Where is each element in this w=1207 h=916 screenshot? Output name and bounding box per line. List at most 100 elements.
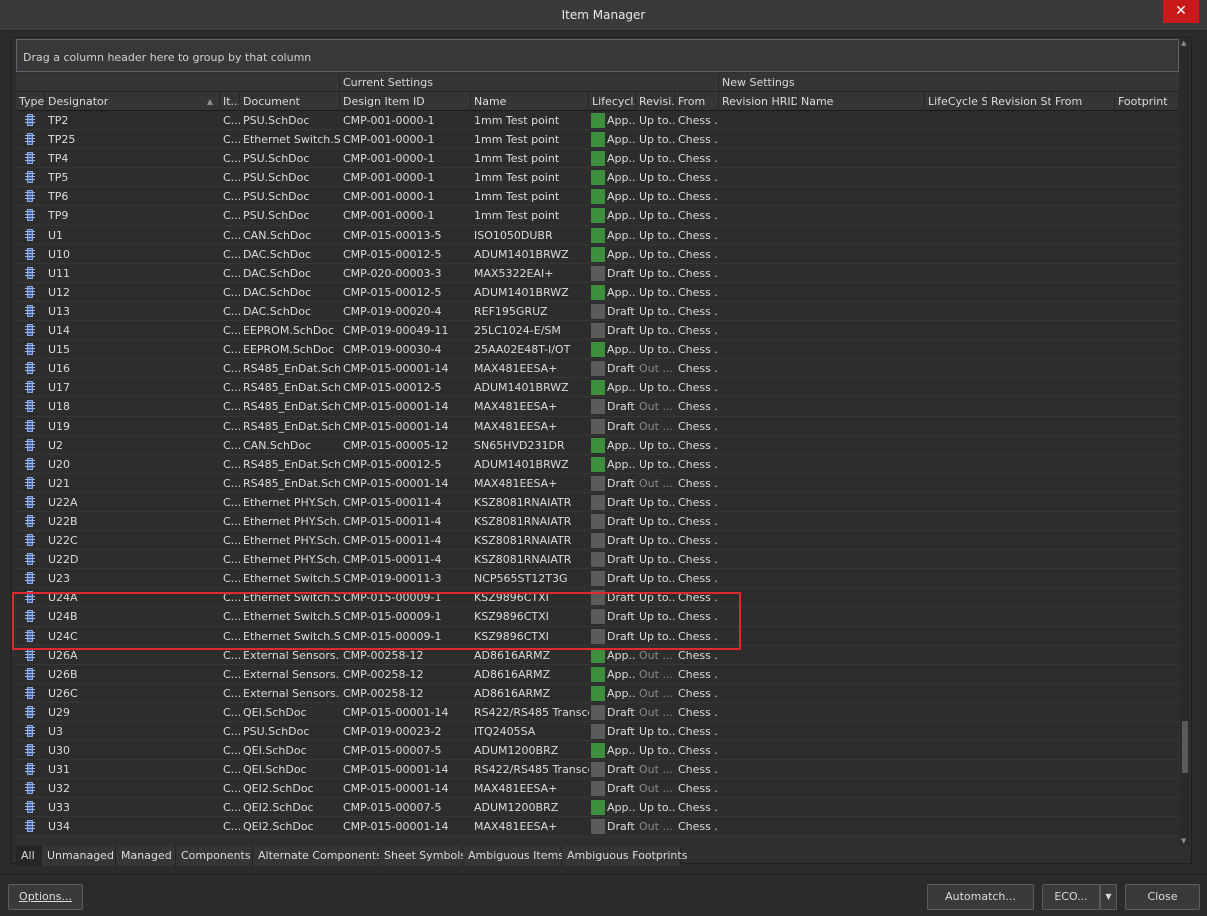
table-row[interactable]: U26A C...External Sensors.S...CMP-00258-1…: [16, 645, 1179, 665]
items-grid[interactable]: TP2 C... PSU.SchDoc CMP-001-0000-1 1mm Test …: [16, 111, 1179, 840]
table-row[interactable]: U13 C... DAC.SchDoc CMP-019-00020-4 REF195GR…: [16, 301, 1179, 322]
table-row[interactable]: U16 C...RS485_EnDat.Sch...CMP-015-00001-1…: [16, 359, 1179, 379]
table-row[interactable]: TP6 C... PSU.SchDoc CMP-001-0000-1 1mm Test …: [16, 187, 1179, 207]
col-header-new-lifecycle[interactable]: LifeCycle S...: [925, 92, 988, 111]
tab-ambiguous-items[interactable]: Ambiguous Items: [463, 846, 564, 866]
table-row[interactable]: U22C C... Ethernet PHY.Sch... CMP-015-00011…: [16, 531, 1179, 551]
close-button[interactable]: Close: [1125, 884, 1200, 910]
table-row[interactable]: U24C C...Ethernet Switch.Sc...CMP-015-000…: [16, 626, 1179, 646]
col-header-designator[interactable]: Designator ▲: [45, 92, 220, 111]
automatch-button[interactable]: Automatch...: [927, 884, 1034, 910]
tab-components[interactable]: Components: [176, 846, 253, 866]
table-row[interactable]: U26C C...External Sensors.S...CMP-00258-1…: [16, 683, 1179, 703]
tab-alternate-components[interactable]: Alternate Components: [253, 846, 382, 866]
cell-id: CMP-015-00012-5: [343, 457, 442, 471]
dialog-footer: Options... Automatch... ECO... ▼ Close: [0, 874, 1207, 916]
eco-dropdown-arrow-icon[interactable]: ▼: [1100, 884, 1117, 910]
col-header-footprint[interactable]: Footprint: [1115, 92, 1179, 111]
cell-rev: Up to...: [639, 343, 675, 357]
cell-from: Chess ...: [678, 304, 719, 318]
col-header-type[interactable]: Type: [16, 92, 45, 111]
table-row[interactable]: U22D C... Ethernet PHY.Sch... CMP-015-00011…: [16, 550, 1179, 570]
tab-all[interactable]: All: [16, 846, 42, 866]
cell-lifecycle: App...: [589, 340, 636, 359]
col-header-document[interactable]: Document: [240, 92, 340, 111]
lifecycle-swatch: [591, 475, 605, 491]
table-row[interactable]: U31 C... QEI.SchDoc CMP-015-00001-14 RS422/R…: [16, 760, 1179, 780]
table-row[interactable]: U30 C... QEI.SchDoc CMP-015-00007-5 ADUM1200…: [16, 741, 1179, 761]
table-row[interactable]: U22A C... Ethernet PHY.Sch... CMP-015-00011…: [16, 492, 1179, 512]
col-header-from[interactable]: From: [675, 92, 719, 111]
cell-des: U29: [48, 705, 71, 719]
col-header-new-revision-hrid[interactable]: Revision HRID: [719, 92, 798, 111]
table-row[interactable]: TP4 C... PSU.SchDoc CMP-001-0000-1 1mm Test …: [16, 149, 1179, 169]
table-row[interactable]: TP9 C... PSU.SchDoc CMP-001-0000-1 1mm Test …: [16, 206, 1179, 226]
scroll-up-icon[interactable]: ▲: [1181, 39, 1186, 47]
table-row[interactable]: U22B C... Ethernet PHY.Sch... CMP-015-00011…: [16, 511, 1179, 532]
lifecycle-label: App...: [607, 228, 636, 242]
tab-sheet-symbols[interactable]: Sheet Symbols: [379, 846, 466, 866]
component-icon: [25, 362, 35, 375]
eco-button[interactable]: ECO...: [1042, 884, 1100, 910]
table-row[interactable]: U26B C...External Sensors.S...CMP-00258-1…: [16, 664, 1179, 684]
table-row[interactable]: U15 C... EEPROM.SchDoc CMP-019-00030-4 25AA0…: [16, 340, 1179, 360]
col-header-lifecycle[interactable]: Lifecycl...: [589, 92, 636, 111]
table-row[interactable]: U10 C... DAC.SchDoc CMP-015-00012-5 ADUM1401…: [16, 244, 1179, 264]
table-row[interactable]: TP25 C...Ethernet Switch.Sc...CMP-001-000…: [16, 130, 1179, 150]
table-row[interactable]: U14 C... EEPROM.SchDoc CMP-019-00049-11 25LC…: [16, 321, 1179, 341]
table-row[interactable]: U24A C...Ethernet Switch.Sc...CMP-015-000…: [16, 588, 1179, 608]
table-row[interactable]: U12 C... DAC.SchDoc CMP-015-00012-5 ADUM1401…: [16, 282, 1179, 302]
col-header-design-item-id[interactable]: Design Item ID: [340, 92, 471, 111]
table-row[interactable]: U18 C...RS485_EnDat.Sch...CMP-015-00001-1…: [16, 397, 1179, 417]
options-button[interactable]: Options...: [8, 884, 83, 910]
scroll-down-icon[interactable]: ▼: [1181, 837, 1186, 845]
cell-lifecycle: Draft: [589, 760, 636, 779]
col-header-revision[interactable]: Revisi...: [636, 92, 675, 111]
table-row[interactable]: U32 C... QEI2.SchDoc CMP-015-00001-14 MAX481…: [16, 779, 1179, 799]
table-row[interactable]: U24B C...Ethernet Switch.Sc...CMP-015-000…: [16, 607, 1179, 627]
col-header-new-from[interactable]: From: [1052, 92, 1115, 111]
cell-name: ADUM1401BRWZ: [474, 285, 569, 299]
table-row[interactable]: U33 C... QEI2.SchDoc CMP-015-00007-5 ADUM120…: [16, 798, 1179, 818]
table-row[interactable]: U2 C... CAN.SchDoc CMP-015-00005-12 SN65HVD2…: [16, 435, 1179, 455]
col-header-item[interactable]: It...: [220, 92, 240, 111]
cell-id: CMP-015-00013-5: [343, 228, 442, 242]
tab-managed[interactable]: Managed: [116, 846, 176, 866]
cell-it: C...: [223, 591, 240, 605]
group-by-area[interactable]: Drag a column header here to group by th…: [16, 39, 1179, 72]
group-by-hint: Drag a column header here to group by th…: [23, 51, 312, 64]
tab-ambiguous-footprints[interactable]: Ambiguous Footprints: [562, 846, 687, 866]
table-row[interactable]: U1 C... CAN.SchDoc CMP-015-00013-5 ISO1050DU…: [16, 225, 1179, 245]
table-row[interactable]: U11 C... DAC.SchDoc CMP-020-00003-3 MAX5322E…: [16, 263, 1179, 283]
cell-des: U17: [48, 381, 71, 395]
table-row[interactable]: TP2 C... PSU.SchDoc CMP-001-0000-1 1mm Test …: [16, 111, 1179, 131]
table-row[interactable]: TP5 C... PSU.SchDoc CMP-001-0000-1 1mm Test …: [16, 168, 1179, 188]
cell-doc: RS485_EnDat.Sch...: [243, 362, 340, 376]
table-row[interactable]: U21 C...RS485_EnDat.Sch...CMP-015-00001-1…: [16, 473, 1179, 493]
table-row[interactable]: U29 C... QEI.SchDoc CMP-015-00001-14 RS422/R…: [16, 702, 1179, 722]
close-icon[interactable]: ✕: [1163, 0, 1199, 23]
component-icon: [25, 572, 35, 585]
col-header-new-revision-status[interactable]: Revision St...: [988, 92, 1052, 111]
cell-name: KSZ8081RNAIATR: [474, 534, 572, 548]
table-row[interactable]: U34 C... QEI2.SchDoc CMP-015-00001-14 MAX481…: [16, 817, 1179, 837]
cell-lifecycle: Draft: [589, 302, 636, 321]
cell-lifecycle: App...: [589, 741, 636, 760]
cell-from: Chess ...: [678, 381, 719, 395]
cell-des: U26A: [48, 648, 78, 662]
lifecycle-swatch: [591, 743, 605, 759]
lifecycle-swatch: [591, 189, 605, 205]
lifecycle-swatch: [591, 494, 605, 510]
table-row[interactable]: U3 C... PSU.SchDoc CMP-019-00023-2 ITQ2405SA…: [16, 722, 1179, 742]
tab-unmanaged[interactable]: Unmanaged: [42, 846, 116, 866]
table-row[interactable]: U19 C...RS485_EnDat.Sch...CMP-015-00001-1…: [16, 416, 1179, 436]
table-row[interactable]: U20 C...RS485_EnDat.Sch...CMP-015-00012-5…: [16, 454, 1179, 474]
cell-lifecycle: Draft: [589, 817, 636, 836]
vertical-scrollbar[interactable]: ▲ ▼: [1180, 39, 1190, 845]
cell-des: U15: [48, 343, 71, 357]
col-header-name[interactable]: Name: [471, 92, 589, 111]
scroll-thumb[interactable]: [1182, 721, 1188, 773]
table-row[interactable]: U23 C...Ethernet Switch.Sc...CMP-019-0001…: [16, 569, 1179, 589]
table-row[interactable]: U17 C...RS485_EnDat.Sch...CMP-015-00012-5…: [16, 378, 1179, 398]
col-header-new-name[interactable]: Name: [798, 92, 925, 111]
